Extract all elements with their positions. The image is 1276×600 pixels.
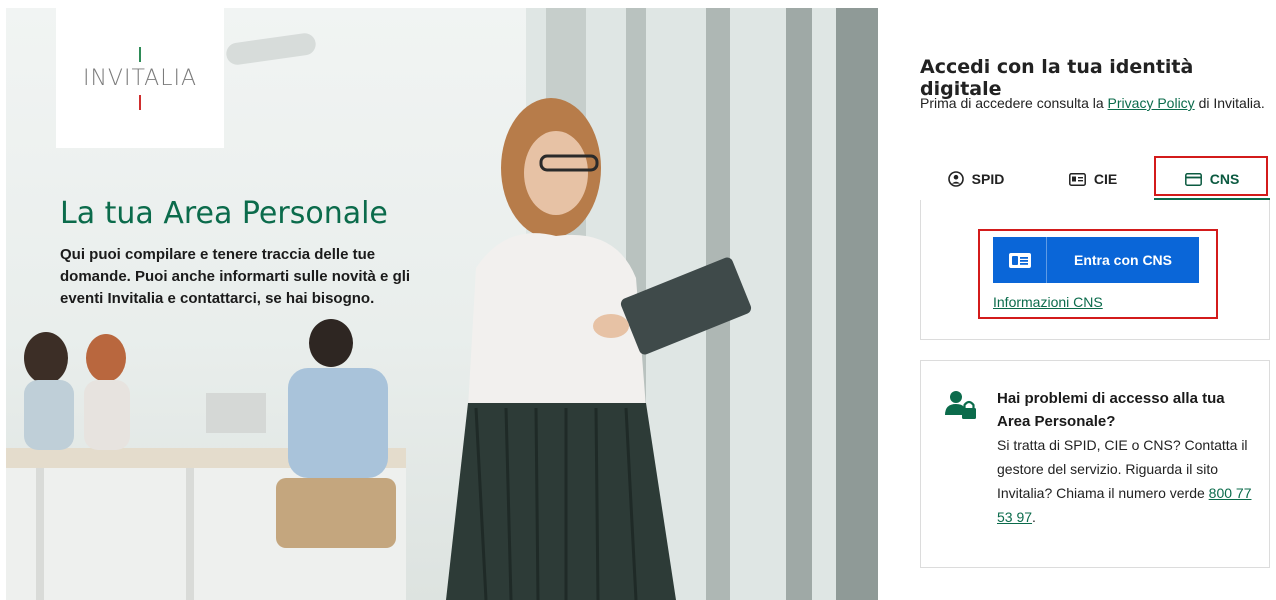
login-panel: Accedi con la tua identità digitale Prim…	[920, 0, 1276, 600]
intro-text-before: Prima di accedere consulta la	[920, 95, 1108, 111]
logo-red-tick	[139, 94, 141, 110]
login-intro: Prima di accedere consulta la Privacy Po…	[920, 92, 1266, 115]
cns-login-card: Entra con CNS Informazioni CNS	[920, 200, 1270, 340]
tab-cie-label: CIE	[1093, 171, 1118, 187]
tab-spid[interactable]: SPID	[928, 158, 1024, 200]
enter-with-cns-button[interactable]: Entra con CNS	[993, 237, 1199, 283]
help-title: Hai problemi di accesso alla tua Area Pe…	[997, 390, 1225, 430]
cns-info-link[interactable]: Informazioni CNS	[993, 294, 1103, 310]
hero-title: La tua Area Personale	[60, 196, 388, 231]
tab-cns[interactable]: CNS	[1154, 158, 1270, 201]
invitalia-logo: INVITALIA	[56, 8, 224, 148]
tab-cns-label: CNS	[1209, 171, 1240, 187]
login-method-tabs: SPID CIE CNS	[920, 156, 1272, 201]
logo-text: INVITALIA	[82, 65, 198, 91]
user-circle-icon	[947, 171, 964, 187]
card-icon	[1184, 172, 1202, 186]
enter-with-cns-label: Entra con CNS	[1073, 252, 1172, 268]
id-card-icon	[993, 237, 1047, 283]
help-body: Si tratta di SPID, CIE o CNS? Contatta i…	[997, 433, 1259, 529]
hero-description: Qui puoi compilare e tenere traccia dell…	[60, 246, 411, 307]
tab-cie[interactable]: CIE	[1048, 158, 1138, 200]
tab-spid-label: SPID	[971, 171, 1005, 187]
help-body-end: .	[1032, 509, 1036, 525]
id-card-icon	[1068, 172, 1086, 186]
user-lock-icon	[945, 389, 977, 426]
privacy-policy-link[interactable]: Privacy Policy	[1108, 95, 1195, 111]
intro-text-after: di Invitalia.	[1194, 95, 1265, 111]
access-help-card: Hai problemi di accesso alla tua Area Pe…	[920, 360, 1270, 568]
hero-banner: INVITALIA La tua Area Personale Qui puoi…	[6, 8, 878, 600]
logo-green-tick	[139, 46, 141, 62]
